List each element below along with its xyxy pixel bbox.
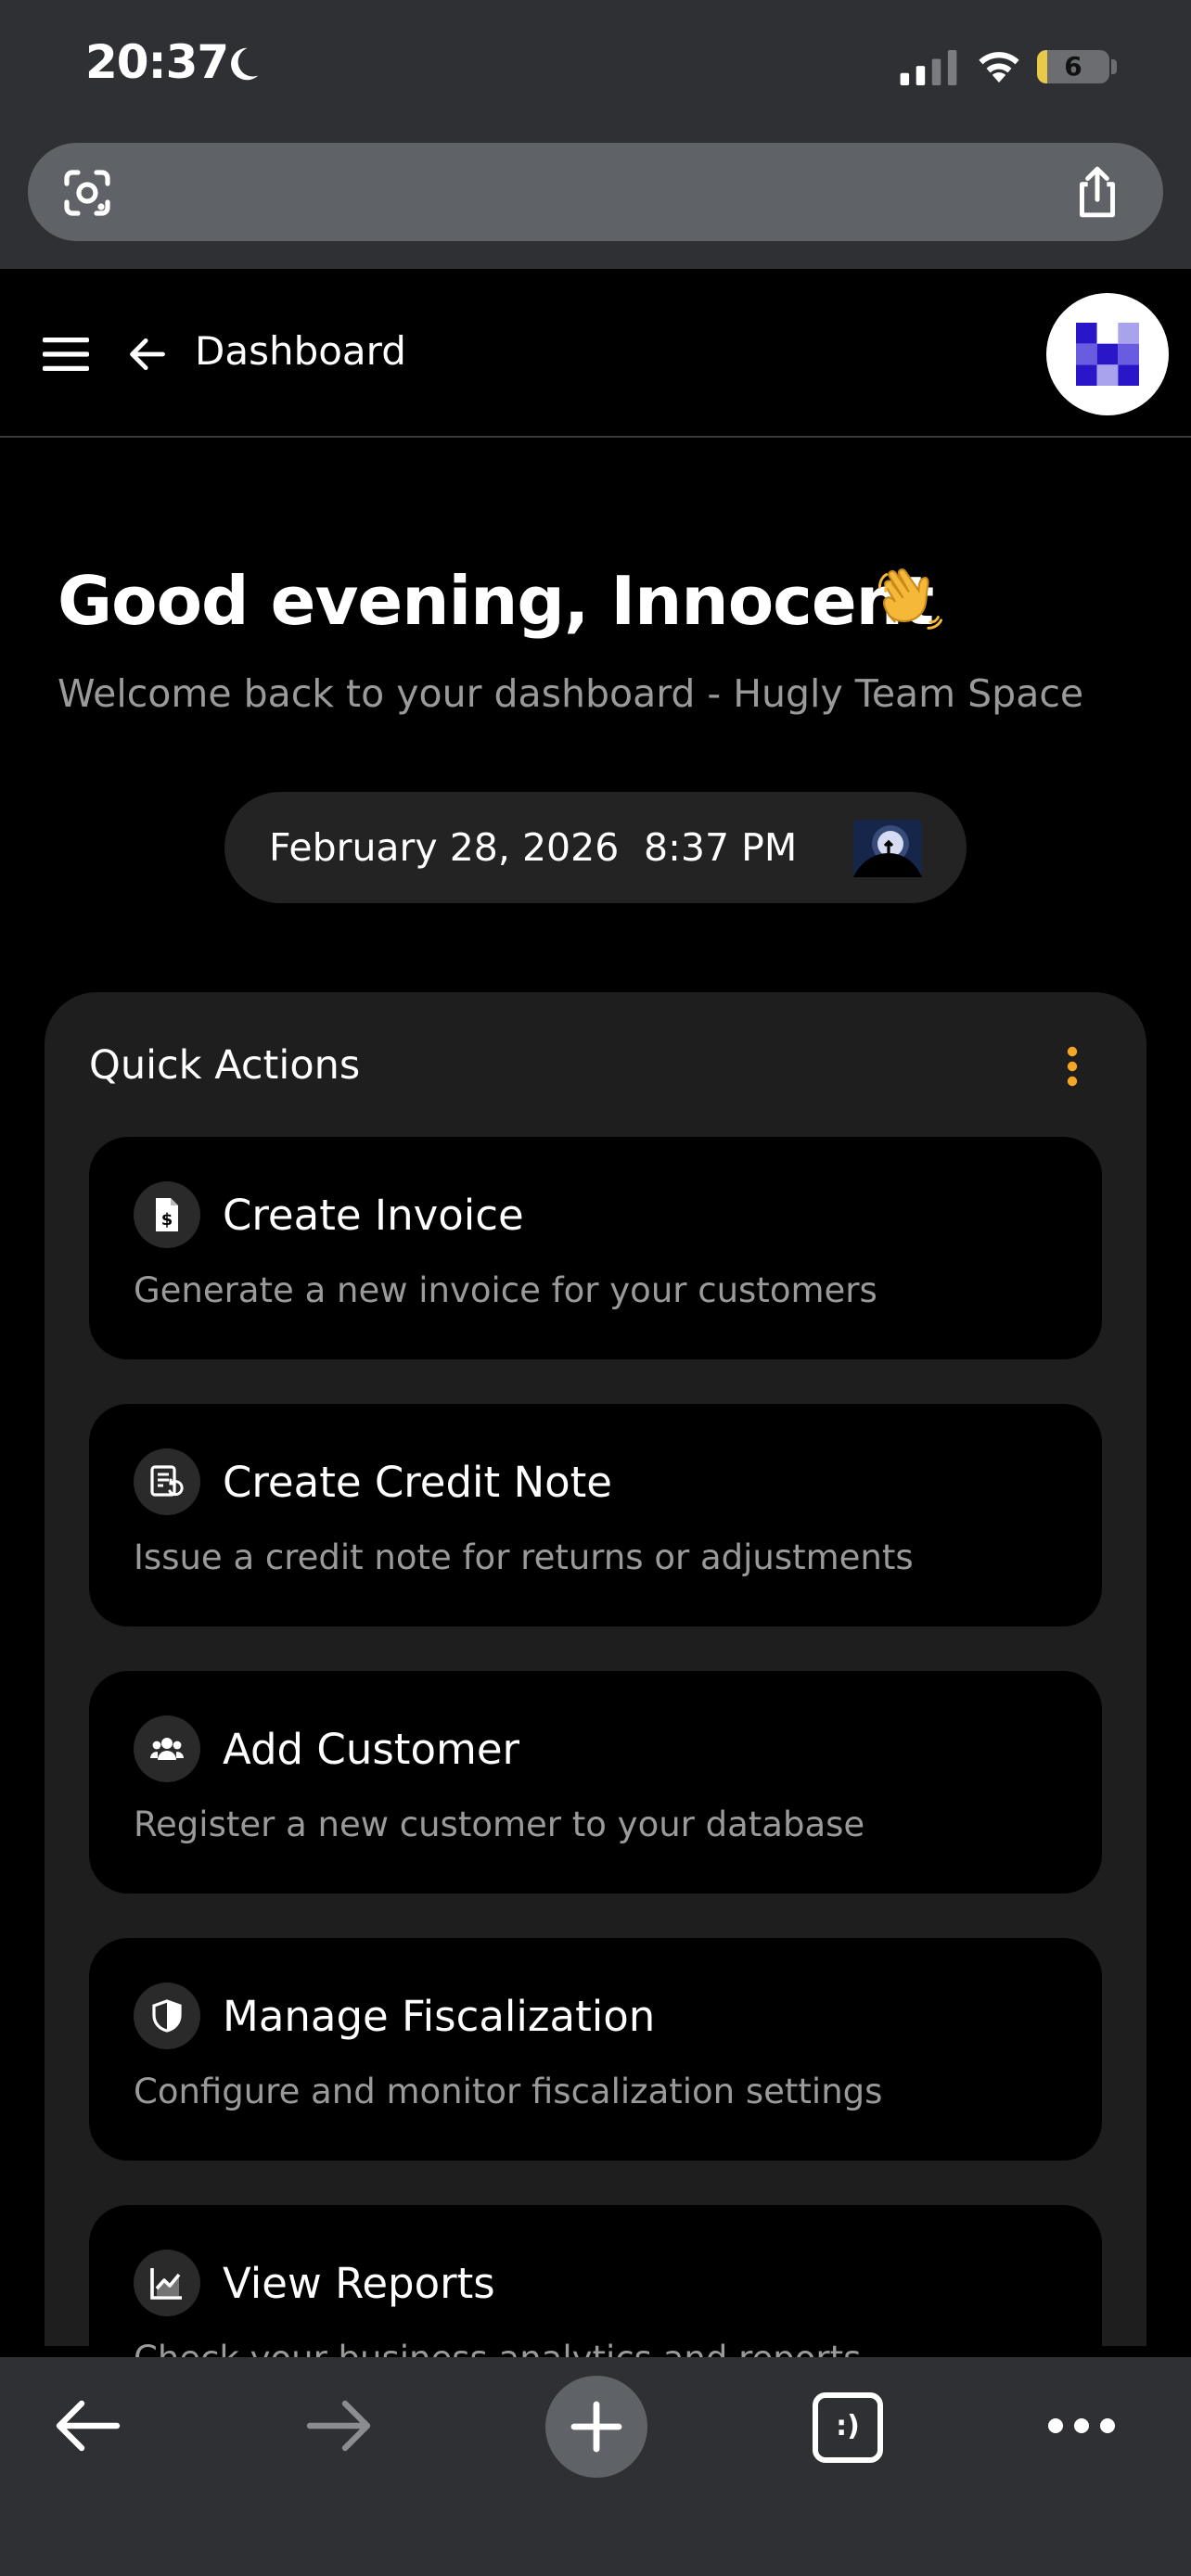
action-description: Register a new customer to your database [134, 1804, 865, 1844]
night-scene-icon [853, 820, 922, 877]
moon-icon [231, 47, 259, 81]
invoice-icon: $ [134, 1181, 200, 1248]
action-title: Manage Fiscalization [223, 1992, 656, 2041]
quick-actions-panel: Quick Actions $ Create Invoice Generate … [45, 992, 1146, 2428]
action-card-create-invoice[interactable]: $ Create Invoice Generate a new invoice … [89, 1137, 1102, 1359]
action-description: Configure and monitor fiscalization sett… [134, 2072, 883, 2111]
battery-cap [1111, 59, 1117, 74]
action-card-manage-fiscalization[interactable]: Manage Fiscalization Configure and monit… [89, 1938, 1102, 2161]
greeting-subtitle: Welcome back to your dashboard - Hugly T… [58, 671, 1084, 716]
google-lens-icon[interactable] [61, 167, 113, 219]
address-bar[interactable] [28, 143, 1163, 241]
plus-icon [570, 2401, 622, 2453]
new-tab-button[interactable] [545, 2376, 647, 2478]
status-bar: 20:37 6 [0, 0, 1191, 135]
action-description: Issue a credit note for returns or adjus… [134, 1537, 914, 1577]
customers-icon [134, 1715, 200, 1782]
datetime-pill: February 28, 2026 8:37 PM [224, 792, 967, 903]
action-title: Add Customer [223, 1725, 520, 1774]
greeting-headline: Good evening, Innocent [58, 562, 934, 640]
workspace-avatar[interactable] [1046, 293, 1169, 415]
more-menu-icon[interactable] [1046, 2415, 1117, 2437]
action-card-create-credit-note[interactable]: Create Credit Note Issue a credit note f… [89, 1404, 1102, 1626]
back-arrow-icon[interactable] [126, 334, 169, 375]
battery-indicator: 6 [1037, 50, 1109, 83]
app-header: Dashboard [0, 269, 1191, 438]
battery-level: 6 [1064, 51, 1082, 82]
action-card-add-customer[interactable]: Add Customer Register a new customer to … [89, 1671, 1102, 1894]
page-title: Dashboard [195, 328, 406, 374]
credit-note-icon [134, 1448, 200, 1515]
wifi-icon [979, 52, 1019, 83]
waving-hand-icon [877, 568, 943, 630]
more-options-icon[interactable] [1063, 1044, 1082, 1089]
status-time: 20:37 [85, 35, 229, 89]
chart-icon [134, 2250, 200, 2316]
browser-back-icon[interactable] [54, 2398, 121, 2454]
cellular-signal-icon [900, 50, 957, 85]
svg-text:$: $ [161, 1210, 173, 1230]
browser-toolbar: :) [0, 2357, 1191, 2576]
quick-actions-title: Quick Actions [89, 1042, 361, 1089]
current-time: 8:37 PM [644, 825, 798, 870]
current-date: February 28, 2026 [269, 825, 620, 870]
action-title: View Reports [223, 2259, 495, 2308]
browser-forward-icon[interactable] [306, 2398, 373, 2454]
tab-switcher-button[interactable]: :) [813, 2392, 883, 2463]
workspace-logo-icon [1076, 323, 1139, 386]
share-icon[interactable] [1070, 163, 1124, 221]
action-description: Generate a new invoice for your customer… [134, 1270, 877, 1310]
tab-switcher-label: :) [836, 2410, 860, 2442]
browser-bar [0, 135, 1191, 269]
shield-icon [134, 1983, 200, 2049]
action-title: Create Invoice [223, 1191, 524, 1240]
action-title: Create Credit Note [223, 1458, 612, 1507]
hamburger-menu-icon[interactable] [43, 336, 89, 373]
